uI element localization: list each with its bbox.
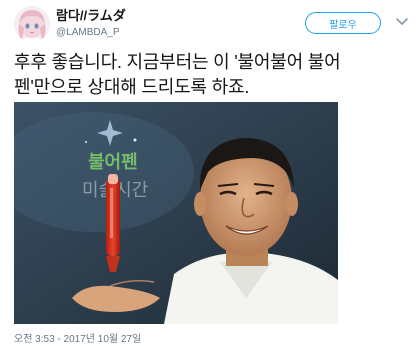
tweet-text: 후후 좋습니다. 지금부터는 이 '불어불어 불어 펜'만으로 상대해 드리도록…	[14, 50, 406, 100]
tweet-text-line: 후후 좋습니다. 지금부터는 이 '불어불어 불어	[14, 52, 341, 72]
follow-button[interactable]: 팔로우	[305, 12, 381, 34]
avatar[interactable]	[14, 6, 50, 42]
media-photo: 불어펜 미술시간	[14, 102, 338, 324]
tweet-text-line: 펜'만으로 상대해 드리도록 하죠.	[14, 77, 250, 97]
user-info: 람다//ラムダ @LAMBDA_P	[56, 8, 126, 40]
chevron-down-icon[interactable]	[395, 15, 409, 29]
tweet-timestamp[interactable]: 오전 3:53 - 2017년 10월 27일	[14, 330, 141, 345]
tweet-media-image[interactable]: 불어펜 미술시간	[14, 102, 338, 324]
tweet-card: 람다//ラムダ @LAMBDA_P 팔로우 후후 좋습니다. 지금부터는 이 '…	[0, 0, 420, 350]
chalkboard-title: 불어펜	[88, 152, 138, 172]
display-name[interactable]: 람다//ラムダ	[56, 8, 126, 24]
user-handle[interactable]: @LAMBDA_P	[56, 26, 126, 40]
anime-avatar-icon	[14, 6, 50, 42]
